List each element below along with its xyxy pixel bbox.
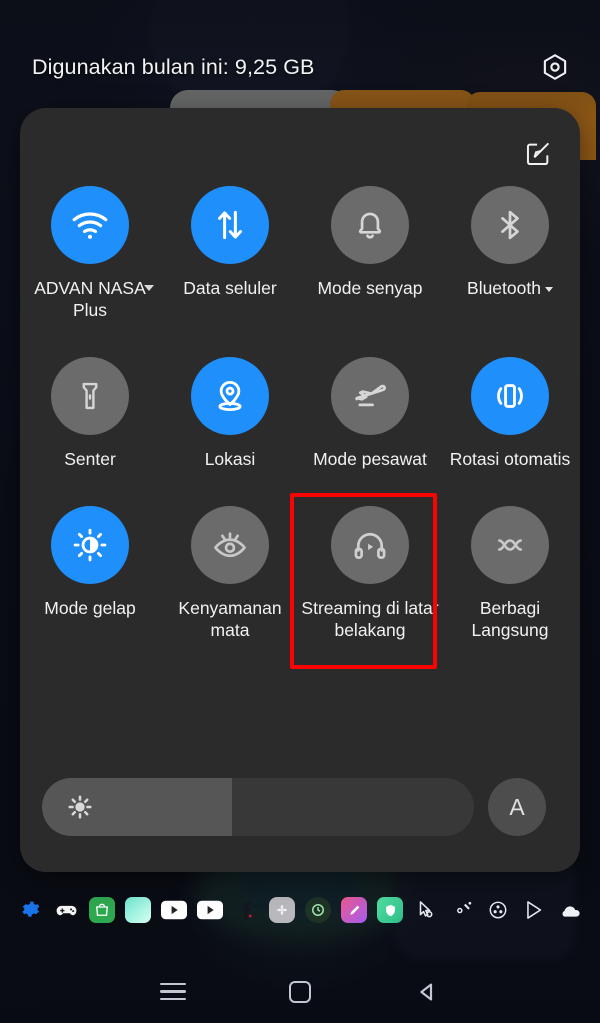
- tile-direct-share[interactable]: Berbagi Langsung: [440, 506, 580, 641]
- flashlight-icon: [51, 357, 129, 435]
- tile-label: Bluetooth: [441, 277, 579, 299]
- data-usage-text: Digunakan bulan ini: 9,25 GB: [32, 54, 315, 79]
- edit-pencil-square-icon[interactable]: [518, 134, 558, 174]
- eye-comfort-icon: [191, 506, 269, 584]
- brightness-slider[interactable]: [42, 778, 474, 836]
- back-triangle-icon: [419, 983, 432, 1000]
- facebook-icon[interactable]: [233, 897, 259, 923]
- app-dock: [0, 890, 600, 930]
- security-shield-icon[interactable]: [377, 897, 403, 923]
- headphones-play-icon: [331, 506, 409, 584]
- tile-flashlight[interactable]: Senter: [20, 357, 160, 470]
- tile-auto-rotate[interactable]: Rotasi otomatis: [440, 357, 580, 470]
- location-pin-icon: [191, 357, 269, 435]
- tile-bluetooth[interactable]: Bluetooth: [440, 186, 580, 321]
- tile-label: Berbagi Langsung: [471, 598, 549, 640]
- tile-eye-comfort[interactable]: Kenyamanan mata: [160, 506, 300, 641]
- tile-row-3: Mode gelap Kenyamanan mata Streaming di …: [20, 493, 580, 669]
- shopping-bag-icon[interactable]: [89, 897, 115, 923]
- navigation-bar: [0, 960, 600, 1023]
- cursor-tool-icon[interactable]: [413, 897, 439, 923]
- tile-row-2: Senter Lokasi Mode pesawat Rotasi otomat…: [20, 357, 580, 470]
- tile-label: Kenyamanan mata: [178, 598, 282, 640]
- tile-location[interactable]: Lokasi: [160, 357, 300, 470]
- tile-label: Lokasi: [204, 449, 256, 469]
- tile-label: Mode gelap: [44, 598, 136, 618]
- chevron-down-icon[interactable]: [544, 286, 553, 292]
- tile-dark-mode[interactable]: Mode gelap: [20, 506, 160, 641]
- home-button[interactable]: [279, 971, 321, 1013]
- status-header: Digunakan bulan ini: 9,25 GB: [0, 44, 600, 90]
- direct-share-shuffle-icon: [471, 506, 549, 584]
- tile-label: ADVAN NASA Plus: [34, 278, 146, 320]
- bluetooth-icon: [471, 186, 549, 264]
- wifi-icon: [51, 186, 129, 264]
- auto-brightness-button[interactable]: A: [488, 778, 546, 836]
- tile-label: Mode senyap: [317, 278, 423, 298]
- cloud-icon[interactable]: [557, 897, 583, 923]
- tile-label-text: Bluetooth: [467, 278, 541, 298]
- tile-mobile-data[interactable]: Data seluler: [160, 186, 300, 321]
- tile-label: Rotasi otomatis: [449, 449, 571, 469]
- brightness-row: A: [42, 778, 560, 836]
- tile-airplane-mode[interactable]: Mode pesawat: [300, 357, 440, 470]
- tile-row-1: ADVAN NASA Plus Data seluler Mode senyap…: [20, 186, 580, 321]
- tile-label: Streaming di latar belakang: [301, 598, 439, 640]
- menu-lines-icon: [160, 978, 187, 1005]
- play-store-icon[interactable]: [521, 897, 547, 923]
- sun-brightness-icon: [66, 793, 94, 821]
- youtube-icon[interactable]: [161, 897, 187, 923]
- auto-rotate-icon: [471, 357, 549, 435]
- quick-settings-panel: ADVAN NASA Plus Data seluler Mode senyap…: [20, 108, 580, 872]
- gallery-icon[interactable]: [125, 897, 151, 923]
- chevron-down-icon[interactable]: [144, 285, 154, 291]
- hexagon-gear-icon[interactable]: [538, 50, 572, 84]
- home-square-icon: [288, 980, 311, 1003]
- phone-screen: Digunakan bulan ini: 9,25 GB ADVAN NASA …: [0, 0, 600, 1023]
- tile-label: Data seluler: [183, 278, 277, 298]
- paint-icon[interactable]: [341, 897, 367, 923]
- back-button[interactable]: [406, 971, 448, 1013]
- magic-wand-icon[interactable]: [449, 897, 475, 923]
- game-controller-icon[interactable]: [53, 897, 79, 923]
- tile-grid: ADVAN NASA Plus Data seluler Mode senyap…: [20, 186, 580, 669]
- settings-gear-icon[interactable]: [17, 897, 43, 923]
- tile-wifi[interactable]: ADVAN NASA Plus: [20, 186, 160, 321]
- tile-label: Senter: [64, 449, 116, 469]
- photos-icon[interactable]: [269, 897, 295, 923]
- tile-silent-mode[interactable]: Mode senyap: [300, 186, 440, 321]
- airplane-icon: [331, 357, 409, 435]
- tile-background-streaming[interactable]: Streaming di latar belakang: [300, 506, 440, 641]
- camera-shutter-icon[interactable]: [485, 897, 511, 923]
- mobile-data-arrows-icon: [191, 186, 269, 264]
- recent-apps-button[interactable]: [152, 971, 194, 1013]
- clock-icon[interactable]: [305, 897, 331, 923]
- bell-icon: [331, 186, 409, 264]
- dark-mode-brightness-icon: [51, 506, 129, 584]
- youtube-music-icon[interactable]: [197, 897, 223, 923]
- tile-label: Mode pesawat: [313, 449, 427, 469]
- auto-brightness-label: A: [509, 793, 525, 820]
